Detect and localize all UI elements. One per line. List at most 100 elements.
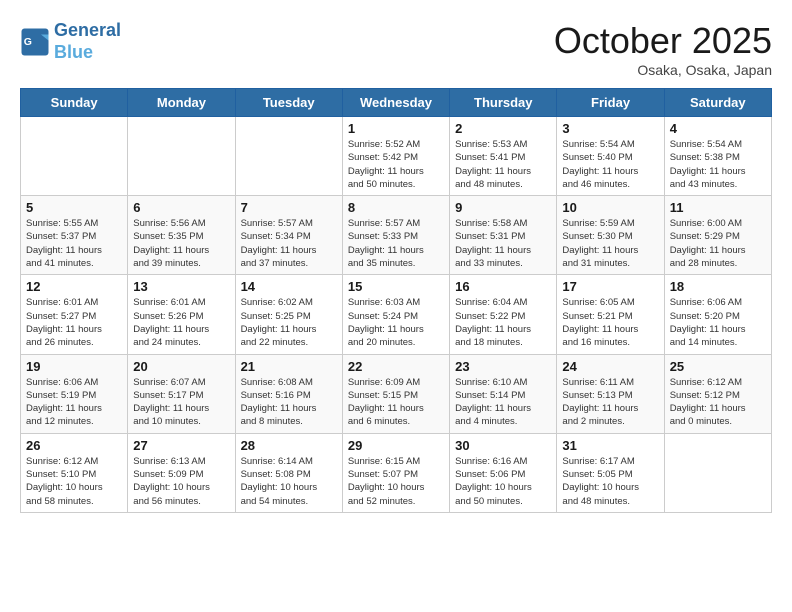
calendar-week-row: 19Sunrise: 6:06 AM Sunset: 5:19 PM Dayli… [21,354,772,433]
day-info: Sunrise: 5:54 AM Sunset: 5:40 PM Dayligh… [562,138,658,191]
day-number: 1 [348,121,444,136]
day-number: 13 [133,279,229,294]
calendar-cell: 31Sunrise: 6:17 AM Sunset: 5:05 PM Dayli… [557,433,664,512]
calendar-cell: 1 Sunrise: 5:52 AM Sunset: 5:42 PM Daylig… [342,117,449,196]
day-info: Sunrise: 5:54 AM Sunset: 5:38 PM Dayligh… [670,138,766,191]
day-number: 5 [26,200,122,215]
day-info: Sunrise: 6:02 AM Sunset: 5:25 PM Dayligh… [241,296,337,349]
calendar-cell: 9 Sunrise: 5:58 AM Sunset: 5:31 PM Daylig… [450,196,557,275]
calendar-cell: 19Sunrise: 6:06 AM Sunset: 5:19 PM Dayli… [21,354,128,433]
day-info: Sunrise: 6:09 AM Sunset: 5:15 PM Dayligh… [348,376,444,429]
day-number: 22 [348,359,444,374]
calendar-cell: 17Sunrise: 6:05 AM Sunset: 5:21 PM Dayli… [557,275,664,354]
calendar-cell [235,117,342,196]
calendar-cell: 26 Sunrise: 6:12 AM Sunset: 5:10 PM Dayli… [21,433,128,512]
day-info: Sunrise: 6:11 AM Sunset: 5:13 PM Dayligh… [562,376,658,429]
day-info: Sunrise: 6:01 AM Sunset: 5:26 PM Dayligh… [133,296,229,349]
day-info: Sunrise: 6:04 AM Sunset: 5:22 PM Dayligh… [455,296,551,349]
day-number: 15 [348,279,444,294]
calendar-cell [128,117,235,196]
calendar-week-row: 5 Sunrise: 5:55 AM Sunset: 5:37 PM Daylig… [21,196,772,275]
day-info: Sunrise: 6:05 AM Sunset: 5:21 PM Dayligh… [562,296,658,349]
calendar-cell: 27Sunrise: 6:13 AM Sunset: 5:09 PM Dayli… [128,433,235,512]
day-info: Sunrise: 6:06 AM Sunset: 5:20 PM Dayligh… [670,296,766,349]
calendar-cell: 7 Sunrise: 5:57 AM Sunset: 5:34 PM Daylig… [235,196,342,275]
day-number: 20 [133,359,229,374]
calendar-cell: 25Sunrise: 6:12 AM Sunset: 5:12 PM Dayli… [664,354,771,433]
day-number: 30 [455,438,551,453]
day-number: 25 [670,359,766,374]
calendar-week-row: 12 Sunrise: 6:01 AM Sunset: 5:27 PM Dayli… [21,275,772,354]
day-number: 6 [133,200,229,215]
logo-icon: G [20,27,50,57]
weekday-header-thursday: Thursday [450,89,557,117]
day-info: Sunrise: 5:52 AM Sunset: 5:42 PM Dayligh… [348,138,444,191]
day-number: 4 [670,121,766,136]
svg-text:G: G [24,36,32,48]
day-info: Sunrise: 5:57 AM Sunset: 5:34 PM Dayligh… [241,217,337,270]
day-number: 7 [241,200,337,215]
calendar-cell: 22 Sunrise: 6:09 AM Sunset: 5:15 PM Dayli… [342,354,449,433]
logo: G General Blue [20,20,121,63]
calendar-cell [664,433,771,512]
calendar-cell: 11Sunrise: 6:00 AM Sunset: 5:29 PM Dayli… [664,196,771,275]
calendar-cell: 21 Sunrise: 6:08 AM Sunset: 5:16 PM Dayli… [235,354,342,433]
day-info: Sunrise: 5:57 AM Sunset: 5:33 PM Dayligh… [348,217,444,270]
calendar-cell: 28Sunrise: 6:14 AM Sunset: 5:08 PM Dayli… [235,433,342,512]
day-number: 16 [455,279,551,294]
day-info: Sunrise: 6:01 AM Sunset: 5:27 PM Dayligh… [26,296,122,349]
day-info: Sunrise: 5:58 AM Sunset: 5:31 PM Dayligh… [455,217,551,270]
day-info: Sunrise: 6:00 AM Sunset: 5:29 PM Dayligh… [670,217,766,270]
day-number: 24 [562,359,658,374]
calendar-cell: 2 Sunrise: 5:53 AM Sunset: 5:41 PM Daylig… [450,117,557,196]
day-info: Sunrise: 5:55 AM Sunset: 5:37 PM Dayligh… [26,217,122,270]
title-block: October 2025 Osaka, Osaka, Japan [554,20,772,78]
calendar-cell: 16 Sunrise: 6:04 AM Sunset: 5:22 PM Dayli… [450,275,557,354]
day-info: Sunrise: 6:06 AM Sunset: 5:19 PM Dayligh… [26,376,122,429]
day-number: 21 [241,359,337,374]
calendar-cell: 23 Sunrise: 6:10 AM Sunset: 5:14 PM Dayli… [450,354,557,433]
day-info: Sunrise: 6:10 AM Sunset: 5:14 PM Dayligh… [455,376,551,429]
calendar-cell: 20 Sunrise: 6:07 AM Sunset: 5:17 PM Dayli… [128,354,235,433]
calendar-table: SundayMondayTuesdayWednesdayThursdayFrid… [20,88,772,513]
weekday-header-sunday: Sunday [21,89,128,117]
calendar-week-row: 26 Sunrise: 6:12 AM Sunset: 5:10 PM Dayli… [21,433,772,512]
location: Osaka, Osaka, Japan [554,62,772,78]
day-number: 18 [670,279,766,294]
day-info: Sunrise: 6:12 AM Sunset: 5:10 PM Dayligh… [26,455,122,508]
calendar-cell: 4 Sunrise: 5:54 AM Sunset: 5:38 PM Daylig… [664,117,771,196]
calendar-cell: 8Sunrise: 5:57 AM Sunset: 5:33 PM Daylig… [342,196,449,275]
calendar-body: 1 Sunrise: 5:52 AM Sunset: 5:42 PM Daylig… [21,117,772,513]
day-number: 28 [241,438,337,453]
page-header: G General Blue October 2025 Osaka, Osaka… [20,20,772,78]
calendar-cell [21,117,128,196]
day-info: Sunrise: 6:03 AM Sunset: 5:24 PM Dayligh… [348,296,444,349]
day-number: 3 [562,121,658,136]
day-number: 2 [455,121,551,136]
day-info: Sunrise: 6:07 AM Sunset: 5:17 PM Dayligh… [133,376,229,429]
weekday-header-monday: Monday [128,89,235,117]
day-info: Sunrise: 6:17 AM Sunset: 5:05 PM Dayligh… [562,455,658,508]
calendar-cell: 3 Sunrise: 5:54 AM Sunset: 5:40 PM Daylig… [557,117,664,196]
calendar-cell: 5 Sunrise: 5:55 AM Sunset: 5:37 PM Daylig… [21,196,128,275]
day-number: 27 [133,438,229,453]
day-number: 12 [26,279,122,294]
month-title: October 2025 [554,20,772,62]
calendar-header-row: SundayMondayTuesdayWednesdayThursdayFrid… [21,89,772,117]
day-info: Sunrise: 6:15 AM Sunset: 5:07 PM Dayligh… [348,455,444,508]
day-info: Sunrise: 5:59 AM Sunset: 5:30 PM Dayligh… [562,217,658,270]
day-info: Sunrise: 6:08 AM Sunset: 5:16 PM Dayligh… [241,376,337,429]
calendar-cell: 30 Sunrise: 6:16 AM Sunset: 5:06 PM Dayli… [450,433,557,512]
day-info: Sunrise: 5:53 AM Sunset: 5:41 PM Dayligh… [455,138,551,191]
logo-text: General Blue [54,20,121,63]
day-info: Sunrise: 5:56 AM Sunset: 5:35 PM Dayligh… [133,217,229,270]
calendar-week-row: 1 Sunrise: 5:52 AM Sunset: 5:42 PM Daylig… [21,117,772,196]
calendar-cell: 24 Sunrise: 6:11 AM Sunset: 5:13 PM Dayli… [557,354,664,433]
day-number: 9 [455,200,551,215]
day-number: 23 [455,359,551,374]
day-info: Sunrise: 6:16 AM Sunset: 5:06 PM Dayligh… [455,455,551,508]
day-number: 26 [26,438,122,453]
day-number: 10 [562,200,658,215]
calendar-cell: 6 Sunrise: 5:56 AM Sunset: 5:35 PM Daylig… [128,196,235,275]
calendar-cell: 18 Sunrise: 6:06 AM Sunset: 5:20 PM Dayli… [664,275,771,354]
